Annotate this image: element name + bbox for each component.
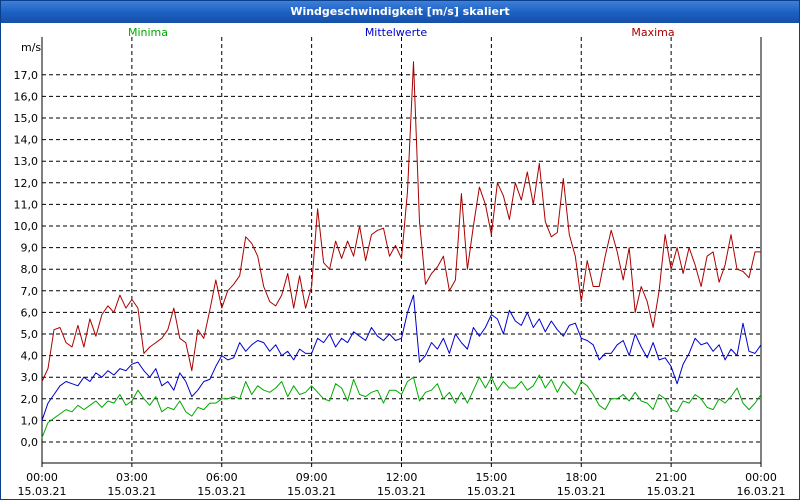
x-tick-date: 15.03.21	[197, 485, 246, 498]
chart-window: Windgeschwindigkeit [m/s] skaliert 0,0 1,…	[0, 0, 800, 500]
x-tick-time: 12:00	[386, 471, 418, 484]
x-tick-date: 15.03.21	[377, 485, 426, 498]
x-tick-time: 06:00	[206, 471, 238, 484]
y-tick-label: 8,0	[21, 263, 39, 276]
wind-speed-chart: 0,0 1,0 2,0 3,0 4,0 5,0 6,0 7,0 8,0 9,0 10,0 11,0 12…	[14, 26, 786, 498]
y-tick-label: 16,0	[14, 90, 39, 103]
y-tick-label: 7,0	[21, 285, 39, 298]
grid-lines	[42, 37, 761, 463]
y-tick-label: 6,0	[21, 306, 39, 319]
y-tick-label: 9,0	[21, 242, 39, 255]
x-tick-date: 15.03.21	[107, 485, 156, 498]
y-tick-label: 13,0	[14, 155, 39, 168]
x-tick-date: 15.03.21	[557, 485, 606, 498]
legend-minima: Minima	[128, 26, 168, 39]
legend-mittelwerte: Mittelwerte	[365, 26, 428, 39]
x-tick-date: 15.03.21	[287, 485, 336, 498]
x-tick-time: 18:00	[565, 471, 597, 484]
y-tick-label: 14,0	[14, 134, 39, 147]
x-tick-time: 00:00	[745, 471, 777, 484]
x-tick-time: 03:00	[116, 471, 148, 484]
x-tick-time: 00:00	[26, 471, 58, 484]
y-tick-label: 12,0	[14, 177, 39, 190]
legend: Minima Mittelwerte Maxima	[128, 26, 675, 39]
x-tick-time: 09:00	[296, 471, 328, 484]
x-tick-time: 21:00	[655, 471, 687, 484]
y-tick-label: 11,0	[14, 198, 39, 211]
y-axis-label: m/s	[21, 41, 41, 54]
x-tick-date: 15.03.21	[18, 485, 67, 498]
y-tick-label: 10,0	[14, 220, 39, 233]
y-tick-label: 2,0	[21, 393, 39, 406]
y-tick-label: 5,0	[21, 328, 39, 341]
legend-maxima: Maxima	[631, 26, 674, 39]
x-tick-date: 15.03.21	[467, 485, 516, 498]
y-tick-label: 17,0	[14, 69, 39, 82]
y-tick-label: 4,0	[21, 350, 39, 363]
x-tick-date: 15.03.21	[647, 485, 696, 498]
y-tick-label: 15,0	[14, 112, 39, 125]
x-tick-date: 16.03.21	[737, 485, 786, 498]
series-line-minima	[41, 374, 762, 438]
y-tick-label: 1,0	[21, 414, 39, 427]
x-tick-labels: 00:0015.03.2103:0015.03.2106:0015.03.210…	[18, 471, 786, 498]
y-tick-label: 3,0	[21, 371, 39, 384]
y-tick-labels: 0,0 1,0 2,0 3,0 4,0 5,0 6,0 7,0 8,0 9,0 10,0 11,0 12…	[14, 69, 39, 449]
y-tick-label: 0,0	[21, 436, 39, 449]
x-tick-time: 15:00	[476, 471, 508, 484]
